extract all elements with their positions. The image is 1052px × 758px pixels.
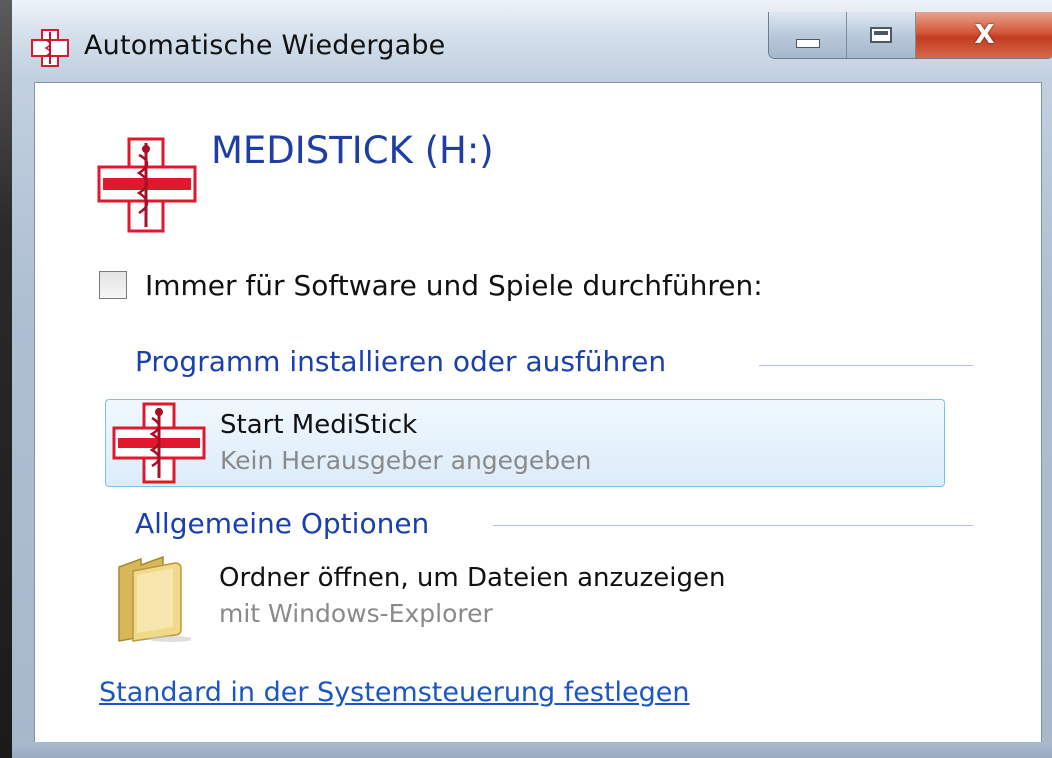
dialog-content: MEDISTICK (H:) Immer für Software und Sp… — [34, 82, 1042, 744]
always-do-checkbox[interactable] — [99, 271, 127, 299]
window-bottom-border — [12, 742, 1052, 758]
close-button[interactable]: X — [915, 12, 1052, 58]
section-divider — [759, 365, 973, 366]
close-icon: X — [974, 20, 995, 50]
medistick-cross-icon — [112, 402, 206, 484]
background-window-edge — [0, 0, 12, 758]
section-title-general: Allgemeine Optionen — [135, 507, 430, 540]
maximize-button[interactable] — [847, 12, 916, 58]
medistick-drive-icon — [97, 137, 197, 233]
always-do-label[interactable]: Immer für Software und Spiele durchführe… — [145, 269, 763, 302]
option-start-medistick[interactable]: Start MediStick Kein Herausgeber angegeb… — [105, 399, 945, 487]
caption-buttons: X — [768, 12, 1052, 59]
title-bar[interactable]: Automatische Wiedergabe X — [12, 0, 1052, 82]
folder-icon — [118, 555, 191, 642]
medistick-app-icon — [31, 29, 69, 67]
control-panel-defaults-link[interactable]: Standard in der Systemsteuerung festlege… — [99, 677, 690, 708]
minimize-button[interactable] — [769, 12, 848, 58]
autoplay-window: Automatische Wiedergabe X MEDISTICK (H:) — [12, 0, 1052, 758]
maximize-icon — [870, 27, 893, 43]
window-title: Automatische Wiedergabe — [84, 30, 446, 61]
minimize-icon — [795, 38, 820, 48]
section-divider — [493, 525, 973, 526]
option-subtitle: Kein Herausgeber angegeben — [220, 446, 592, 475]
drive-label: MEDISTICK (H:) — [211, 129, 494, 172]
section-title-install: Programm installieren oder ausführen — [135, 345, 667, 378]
option-open-folder[interactable]: Ordner öffnen, um Dateien anzuzeigen mit… — [105, 553, 945, 642]
option-title: Start MediStick — [220, 410, 418, 440]
option-subtitle: mit Windows-Explorer — [219, 599, 493, 628]
option-title: Ordner öffnen, um Dateien anzuzeigen — [219, 563, 726, 593]
